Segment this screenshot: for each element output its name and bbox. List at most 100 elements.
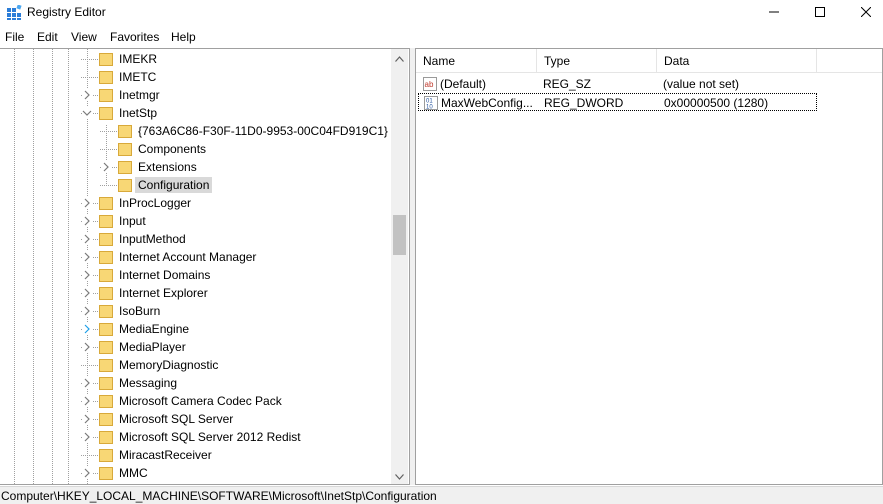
chevron-right-icon[interactable] [82,269,92,281]
folder-icon [98,394,114,408]
tree-item-miracastreceiver[interactable]: MiracastReceiver [0,446,390,464]
scroll-up-button[interactable] [391,49,408,66]
menu-favorites[interactable]: Favorites [110,30,159,44]
tree-item-label: MiracastReceiver [119,448,212,462]
folder-icon [98,358,114,372]
tree-item-configuration[interactable]: Configuration [0,176,390,194]
menu-view[interactable]: View [71,30,97,44]
chevron-right-icon[interactable] [82,341,92,353]
value-row-default[interactable]: ab (Default) REG_SZ (value not set) [418,75,817,93]
chevron-right-icon[interactable] [82,377,92,389]
tree-item-label: Internet Explorer [119,286,208,300]
tree-item-microsoft-sql-server[interactable]: Microsoft SQL Server [0,410,390,428]
tree-item-label: IsoBurn [119,304,161,318]
folder-icon [117,178,133,192]
chevron-right-icon[interactable] [82,467,92,479]
tree-item-inputmethod[interactable]: InputMethod [0,230,390,248]
tree-item-microsoft-camera-codec-pack[interactable]: Microsoft Camera Codec Pack [0,392,390,410]
column-header-name[interactable]: Name [416,49,537,73]
binary-value-icon: 01 10 [423,95,439,111]
column-header-data[interactable]: Data [657,49,817,73]
tree-item-internet-domains[interactable]: Internet Domains [0,266,390,284]
folder-icon [98,376,114,390]
tree-item-internet-explorer[interactable]: Internet Explorer [0,284,390,302]
tree-item-imekr[interactable]: IMEKR [0,50,390,68]
tree-vertical-scrollbar[interactable] [391,49,408,484]
tree-connector [100,185,117,186]
menu-bar: File Edit View Favorites Help [0,28,883,47]
folder-icon [98,268,114,282]
tree-item-imetc[interactable]: IMETC [0,68,390,86]
values-list[interactable]: Name Type Data ab (Default) REG_SZ (value n… [415,48,883,485]
close-button[interactable] [843,0,883,26]
tree-item-components[interactable]: Components [0,140,390,158]
tree-item-memorydiagnostic[interactable]: MemoryDiagnostic [0,356,390,374]
scroll-thumb[interactable] [393,215,406,255]
tree-connector [81,59,98,60]
tree-item-inetmgr[interactable]: Inetmgr [0,86,390,104]
chevron-down-icon [395,469,404,483]
tree-item-label: Microsoft SQL Server [119,412,234,426]
tree-item-extensions[interactable]: Extensions [0,158,390,176]
registry-tree[interactable]: IMEKR IMETC Inetmgr InetStp {763A6C86-F30F-1… [0,48,410,485]
tree-item-label: Messaging [119,376,178,390]
tree-item-label: MemoryDiagnostic [119,358,219,372]
value-row-maxwebconfig[interactable]: 01 10 MaxWebConfig... REG_DWORD 0x00000500 (… [418,93,817,111]
chevron-right-icon[interactable] [82,233,92,245]
folder-icon [117,160,133,174]
key-path: Computer\HKEY_LOCAL_MACHINE\SOFTWARE\Mic… [1,489,437,503]
chevron-right-icon[interactable] [82,431,92,443]
maximize-button[interactable] [797,0,843,26]
tree-item-inetstp[interactable]: InetStp [0,104,390,122]
chevron-right-icon[interactable] [82,215,92,227]
chevron-right-icon[interactable] [82,197,92,209]
folder-icon [98,196,114,210]
chevron-down-icon[interactable] [82,107,92,119]
value-type-cell: REG_DWORD [544,96,624,110]
tree-item-internet-account-manager[interactable]: Internet Account Manager [0,248,390,266]
tree-item-763a6c86-f30f-11d0-9953-00c04fd919c1[interactable]: {763A6C86-F30F-11D0-9953-00C04FD919C1} [0,122,390,140]
tree-item-mmc[interactable]: MMC [0,464,390,482]
chevron-right-icon[interactable] [101,161,111,173]
menu-edit[interactable]: Edit [37,30,58,44]
tree-item-label: IMETC [119,70,157,84]
tree-item-mediaplayer[interactable]: MediaPlayer [0,338,390,356]
tree-connector [81,455,98,456]
window-title: Registry Editor [27,5,106,19]
folder-icon [98,52,114,66]
tree-item-label: IMEKR [119,52,158,66]
tree-connector [81,365,98,366]
tree-item-label: Internet Domains [119,268,211,282]
chevron-right-icon[interactable] [82,89,92,101]
tree-item-messaging[interactable]: Messaging [0,374,390,392]
chevron-right-icon[interactable] [82,287,92,299]
tree-item-inproclogger[interactable]: InProcLogger [0,194,390,212]
maximize-icon [815,6,825,20]
tree-item-label: Configuration [135,177,213,193]
value-name-cell: MaxWebConfig... [441,96,533,110]
chevron-right-icon[interactable] [82,323,92,335]
column-header-type[interactable]: Type [537,49,657,73]
tree-item-label: MMC [119,466,148,480]
minimize-button[interactable] [751,0,797,26]
menu-file[interactable]: File [5,30,24,44]
folder-icon [98,70,114,84]
tree-connector [100,131,117,132]
chevron-right-icon[interactable] [82,305,92,317]
folder-icon [98,286,114,300]
tree-item-microsoft-sql-server-2012-redist[interactable]: Microsoft SQL Server 2012 Redist [0,428,390,446]
tree-item-label: Inetmgr [119,88,160,102]
scroll-down-button[interactable] [391,467,408,484]
regedit-icon [6,4,22,21]
tree-item-isoburn[interactable]: IsoBurn [0,302,390,320]
chevron-right-icon[interactable] [82,395,92,407]
folder-icon [117,142,133,156]
chevron-right-icon[interactable] [82,413,92,425]
folder-icon [98,322,114,336]
menu-help[interactable]: Help [171,30,196,44]
tree-item-mediaengine[interactable]: MediaEngine [0,320,390,338]
tree-item-input[interactable]: Input [0,212,390,230]
chevron-right-icon[interactable] [82,251,92,263]
svg-text:10: 10 [426,105,433,111]
folder-icon [98,250,114,264]
